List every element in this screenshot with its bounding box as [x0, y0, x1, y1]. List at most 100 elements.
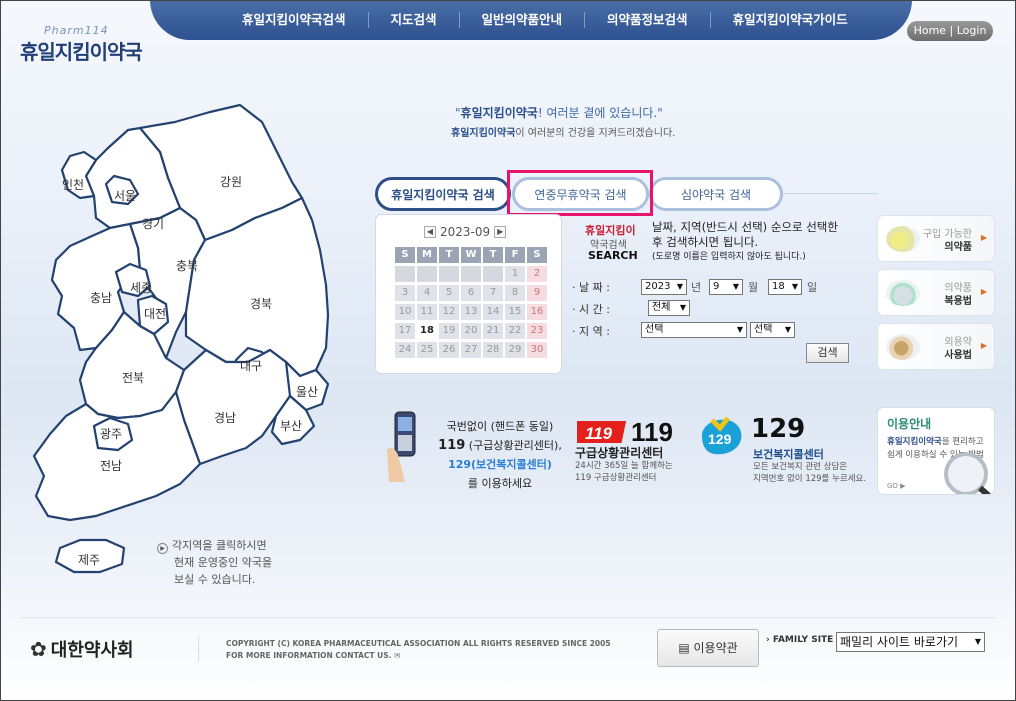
weekday-header: M	[417, 247, 437, 263]
usage-guide-card[interactable]: 이용안내 휴일지킴이약국을 편리하고 쉽게 이용하실 수 있는 방법 GO ▶	[877, 407, 995, 495]
region-label-incheon: 인천	[62, 177, 84, 192]
calendar-day[interactable]: 10	[395, 304, 415, 320]
weekday-header: F	[505, 247, 525, 263]
tab-holiday-pharmacy-search[interactable]: 휴일지킴이약국 검색	[375, 177, 511, 211]
mail-icon[interactable]: ✉	[394, 651, 400, 660]
weekday-header: W	[461, 247, 481, 263]
month-select[interactable]: 9 ▼	[709, 279, 743, 295]
nav-map-search[interactable]: 지도검색	[367, 12, 459, 28]
region-select-primary[interactable]: 선택 ▼	[641, 322, 747, 338]
region-label-jeonnam: 전남	[100, 459, 122, 473]
calendar-day[interactable]: 15	[505, 304, 525, 320]
time-label: · 시 간 :	[572, 303, 610, 316]
usage-guide-go: GO ▶	[887, 482, 906, 490]
calendar-day[interactable]: 3	[395, 285, 415, 301]
search-logo-line3: SEARCH	[588, 249, 638, 262]
calendar-day[interactable]: 20	[461, 323, 481, 339]
calendar-blank-cell	[483, 266, 503, 282]
usage-guide-title: 이용안내	[887, 417, 932, 431]
svg-text:119: 119	[631, 417, 673, 445]
calendar-day[interactable]: 19	[439, 323, 459, 339]
calendar-day[interactable]: 28	[483, 342, 503, 358]
region-label-gyeonggi: 경기	[142, 217, 164, 231]
copyright: COPYRIGHT (C) KOREA PHARMACEUTICAL ASSOC…	[226, 639, 611, 660]
calendar-day[interactable]: 5	[439, 285, 459, 301]
calendar-day[interactable]: 13	[461, 304, 481, 320]
calendar-month-title: 2023-09	[440, 225, 491, 239]
chevron-down-icon: ▼	[679, 303, 686, 312]
calendar-day[interactable]: 17	[395, 323, 415, 339]
tab-year-round-pharmacy-search[interactable]: 연중무휴약국 검색	[512, 177, 649, 211]
calendar-day[interactable]: 9	[527, 285, 547, 301]
calendar-day[interactable]: 6	[461, 285, 481, 301]
calendar-day[interactable]: 14	[483, 304, 503, 320]
terms-button[interactable]: ▤ 이용약관	[657, 629, 759, 667]
family-site-select[interactable]: 패밀리 사이트 바로가기 ▼	[836, 632, 985, 652]
tab-divider	[783, 193, 878, 194]
slogan-line1: "휴일지킴이약국! 여러분 곁에 있습니다."	[455, 106, 663, 120]
nav-drug-info-search[interactable]: 의약품정보검색	[584, 12, 710, 28]
calendar-day[interactable]: 25	[417, 342, 437, 358]
chevron-down-icon: ▼	[974, 637, 981, 646]
calendar-day[interactable]: 8	[505, 285, 525, 301]
kpa-logo: ✿ 대한약사회	[30, 637, 134, 661]
calendar-day[interactable]: 4	[417, 285, 437, 301]
calendar-day[interactable]: 16	[527, 304, 547, 320]
guide-line2: 사용법	[944, 350, 972, 361]
callcenter-129-desc: 모든 보건복지 관련 상담은 지역번호 없이 129를 누르세요.	[753, 462, 867, 484]
svg-text:129: 129	[708, 431, 732, 447]
year-select[interactable]: 2023 ▼	[641, 279, 687, 295]
region-label-chungbuk: 충북	[176, 259, 198, 273]
calendar-day[interactable]: 7	[483, 285, 503, 301]
calendar-day[interactable]: 1	[505, 266, 525, 282]
calendar-day[interactable]: 22	[505, 323, 525, 339]
day-unit: 일	[807, 281, 818, 294]
calendar-day[interactable]: 27	[461, 342, 481, 358]
day-select[interactable]: 18 ▼	[768, 279, 802, 295]
calendar-next-button[interactable]: ▶	[494, 226, 507, 238]
calendar-day[interactable]: 26	[439, 342, 459, 358]
region-label-sejong: 세종	[130, 281, 152, 295]
nav-otc-drug-info[interactable]: 일반의약품안내	[458, 12, 585, 28]
nav-holiday-pharmacy-search[interactable]: 휴일지킴이약국검색	[220, 12, 368, 28]
calendar-day[interactable]: 24	[395, 342, 415, 358]
region-label-gwangju: 광주	[100, 427, 122, 441]
region-label-jeonbuk: 전북	[122, 371, 144, 385]
calendar-day[interactable]: 11	[417, 304, 437, 320]
tab-late-night-pharmacy-search[interactable]: 심야약국 검색	[649, 177, 783, 211]
guide-purchasable-drugs[interactable]: 구입 가능한 의약품 ▶	[877, 215, 995, 262]
guide-line2: 의약품	[944, 242, 972, 253]
footer-divider	[20, 617, 996, 618]
arrow-right-icon: ▶	[980, 233, 987, 242]
calendar-day[interactable]: 30	[527, 342, 547, 358]
mortar-icon	[886, 280, 920, 306]
calendar-day[interactable]: 23	[527, 323, 547, 339]
calendar-day[interactable]: 21	[483, 323, 503, 339]
year-unit: 년	[691, 281, 702, 294]
calendar-day[interactable]: 12	[439, 304, 459, 320]
guide-drug-dosage[interactable]: 의약품 복용법 ▶	[877, 269, 995, 316]
arrow-right-icon: ▶	[980, 287, 987, 296]
logo-korean[interactable]: 휴일지킴이약국	[20, 36, 143, 65]
weekday-header: S	[527, 247, 547, 263]
emergency-info: 국번없이 (핸드폰 동일) 119 (구급상황관리센터), 129(보건복지콜센…	[438, 420, 562, 490]
calendar-day[interactable]: 29	[505, 342, 525, 358]
calendar-header: ◀ 2023-09 ▶	[424, 225, 507, 239]
region-select-secondary[interactable]: 선택 ▼	[750, 322, 795, 338]
calendar-day[interactable]: 2	[527, 266, 547, 282]
calendar-day[interactable]: 18	[417, 323, 437, 339]
weekday-header: S	[395, 247, 415, 263]
calendar-prev-button[interactable]: ◀	[424, 226, 436, 238]
region-label: · 지 역 :	[572, 325, 610, 338]
home-login-button[interactable]: Home | Login	[907, 21, 993, 41]
pill-icon	[886, 226, 920, 252]
date-label: · 날 짜 :	[572, 281, 610, 294]
guide-external-medicine[interactable]: 외용약 사용법 ▶	[877, 323, 995, 370]
weekday-header: T	[439, 247, 459, 263]
nav-pharmacy-guide[interactable]: 휴일지킴이약국가이드	[709, 12, 870, 28]
region-label-gyeongnam: 경남	[214, 411, 236, 425]
time-select[interactable]: 전체 ▼	[648, 300, 690, 316]
region-label-chungnam: 충남	[90, 291, 112, 305]
search-button[interactable]: 검색	[806, 343, 849, 363]
region-label-jeju: 제주	[78, 553, 100, 567]
